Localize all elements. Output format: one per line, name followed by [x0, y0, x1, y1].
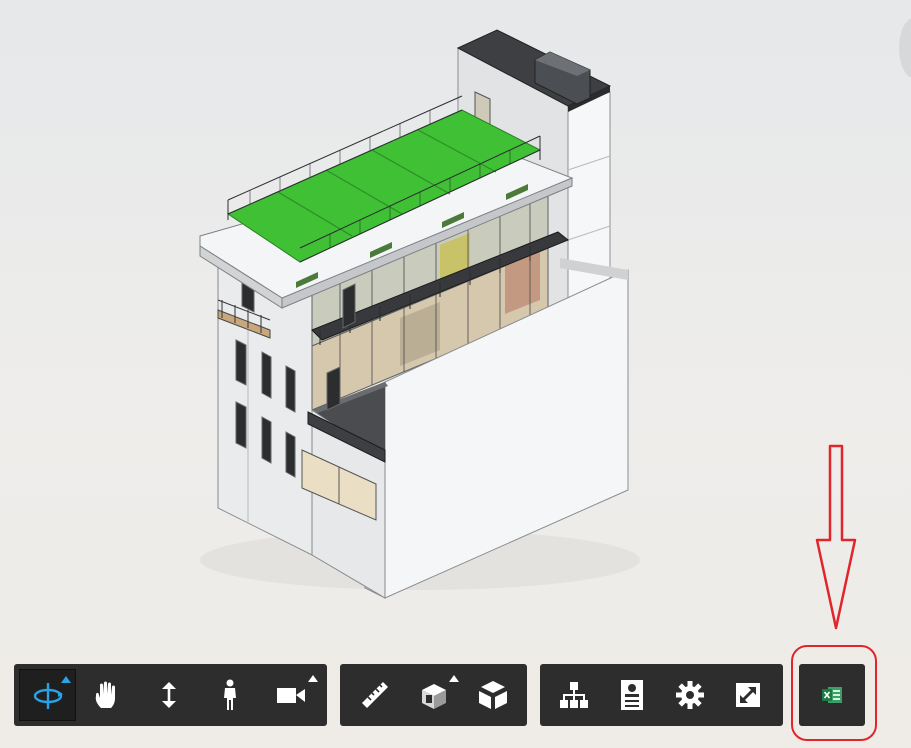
pan-button[interactable] [76, 669, 137, 721]
properties-button[interactable] [603, 669, 661, 721]
zoom-button[interactable] [138, 669, 199, 721]
person-icon [220, 679, 240, 711]
flyout-indicator-icon [449, 675, 459, 682]
flyout-indicator-icon [308, 675, 319, 682]
modeling-toolbar [340, 664, 527, 726]
explode-button[interactable] [463, 669, 522, 721]
settings-toolbar [540, 664, 783, 726]
hierarchy-icon [559, 680, 589, 710]
section-box-icon [418, 679, 450, 711]
navigation-toolbar [14, 664, 327, 726]
camera-button[interactable] [261, 669, 322, 721]
zoom-arrows-icon [158, 680, 180, 710]
fullscreen-icon [734, 681, 762, 709]
pan-hand-icon [93, 680, 121, 710]
measure-button[interactable] [345, 669, 404, 721]
settings-button[interactable] [661, 669, 719, 721]
annotation-highlight [791, 645, 877, 741]
fullscreen-button[interactable] [719, 669, 777, 721]
flyout-indicator-icon [61, 676, 72, 683]
explode-cube-icon [477, 679, 509, 711]
model-browser-button[interactable] [545, 669, 603, 721]
first-person-button[interactable] [199, 669, 260, 721]
camera-icon [276, 684, 306, 706]
3d-viewport[interactable] [0, 0, 911, 748]
orbit-button[interactable] [19, 669, 77, 721]
orbit-icon [31, 678, 65, 712]
properties-panel-icon [620, 679, 644, 711]
building-model[interactable] [0, 0, 911, 748]
ruler-icon [359, 679, 391, 711]
annotation-arrow-icon [815, 444, 857, 630]
gear-icon [675, 680, 705, 710]
section-button[interactable] [404, 669, 463, 721]
